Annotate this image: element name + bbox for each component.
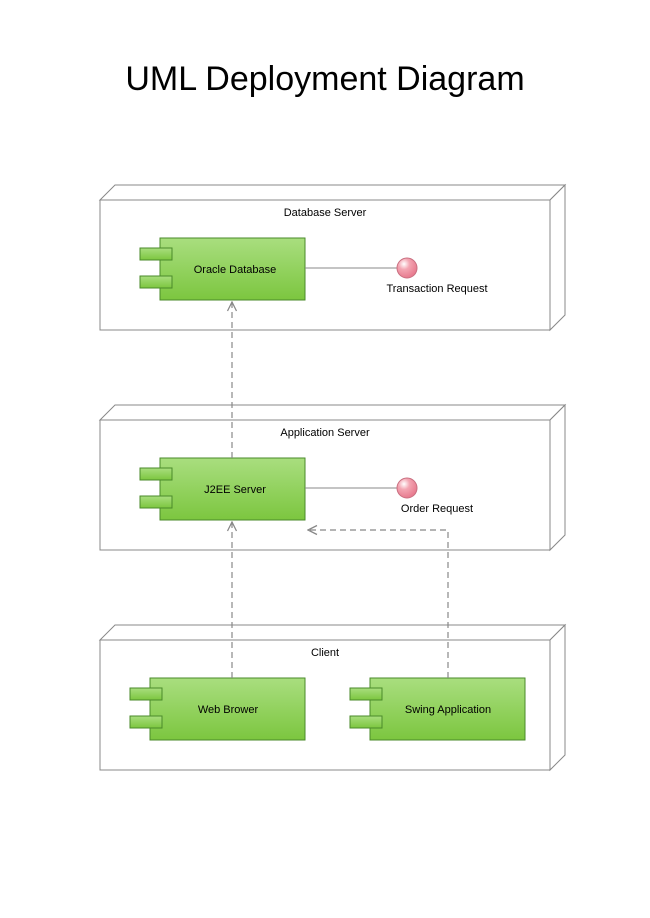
node-label-client: Client: [311, 647, 339, 659]
diagram-canvas: UML Deployment Diagram Dat: [0, 0, 650, 918]
component-label-swing: Swing Application: [405, 704, 491, 716]
component-label-oracle: Oracle Database: [194, 264, 277, 276]
node-client: Client Web Brower Swing Application: [100, 625, 565, 770]
component-label-j2ee: J2EE Server: [204, 484, 266, 496]
node-database-server: Database Server Oracle Database Transact…: [100, 185, 565, 330]
node-label-db: Database Server: [284, 207, 367, 219]
diagram-svg: Database Server Oracle Database Transact…: [0, 0, 650, 918]
component-label-web: Web Brower: [198, 704, 259, 716]
node-label-app: Application Server: [280, 427, 370, 439]
node-application-server: Application Server J2EE Server Order Req…: [100, 405, 565, 550]
interface-ball-icon: [397, 478, 417, 498]
interface-label-order: Order Request: [401, 503, 473, 515]
component-swing-application: Swing Application: [350, 678, 525, 740]
interface-ball-icon: [397, 258, 417, 278]
component-oracle-database: Oracle Database: [140, 238, 305, 300]
interface-label-transaction: Transaction Request: [386, 283, 487, 295]
component-web-browser: Web Brower: [130, 678, 305, 740]
component-j2ee-server: J2EE Server: [140, 458, 305, 520]
